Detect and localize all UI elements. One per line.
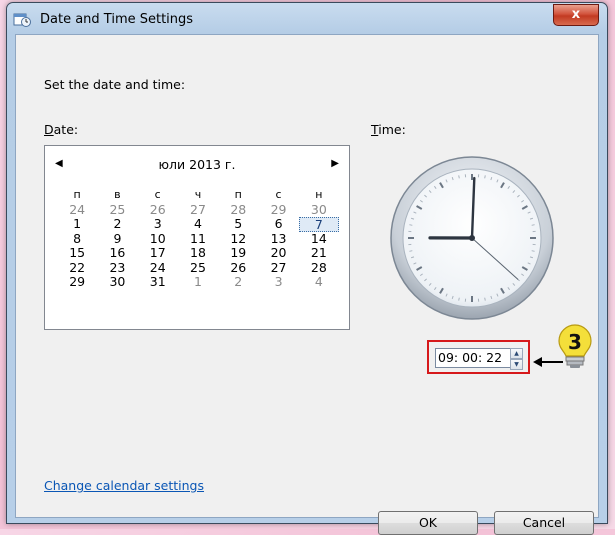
close-button[interactable]: x (553, 4, 599, 26)
minute-tick (459, 175, 460, 178)
dialog-body: Set the date and time: Date: Time: ◀ юли… (15, 34, 599, 518)
analog-clock (389, 155, 555, 321)
calendar-day-outside[interactable]: 29 (258, 203, 298, 218)
calendar-day[interactable]: 8 (57, 232, 97, 247)
set-date-time-heading: Set the date and time: (44, 77, 185, 92)
calendar-day[interactable]: 23 (97, 261, 137, 276)
calendar-clock-icon (13, 11, 31, 27)
weekday-label: с (138, 188, 178, 203)
calendar-week: 24252627282930 (57, 203, 339, 218)
calendar-month-title[interactable]: юли 2013 г. (45, 157, 349, 172)
calendar-day[interactable]: 4 (178, 217, 218, 232)
calendar-day[interactable]: 27 (258, 261, 298, 276)
calendar-day[interactable]: 28 (299, 261, 339, 276)
calendar-day-outside[interactable]: 3 (258, 275, 298, 290)
calendar-day[interactable]: 20 (258, 246, 298, 261)
calendar-week: 22232425262728 (57, 261, 339, 276)
calendar-day-outside[interactable]: 28 (218, 203, 258, 218)
calendar-day-outside[interactable]: 25 (97, 203, 137, 218)
arrow-icon (533, 357, 542, 367)
calendar-day[interactable]: 17 (138, 246, 178, 261)
time-highlight: 09: 00: 22 ▲ ▼ (427, 340, 530, 374)
calendar-day[interactable]: 14 (299, 232, 339, 247)
calendar-day[interactable]: 3 (138, 217, 178, 232)
calendar-day-outside[interactable]: 2 (218, 275, 258, 290)
calendar-week: 2930311234 (57, 275, 339, 290)
calendar-day[interactable]: 30 (97, 275, 137, 290)
next-month-button[interactable]: ▶ (331, 158, 339, 169)
calendar-day[interactable]: 18 (178, 246, 218, 261)
calendar-day[interactable]: 25 (178, 261, 218, 276)
calendar-day-outside[interactable]: 4 (299, 275, 339, 290)
calendar-day-outside[interactable]: 1 (178, 275, 218, 290)
calendar-day[interactable]: 12 (218, 232, 258, 247)
minute-tick (409, 251, 412, 252)
calendar-day[interactable]: 6 (258, 217, 298, 232)
calendar-day[interactable]: 1 (57, 217, 97, 232)
calendar-day[interactable]: 22 (57, 261, 97, 276)
calendar-day[interactable]: 5 (218, 217, 258, 232)
calendar-day[interactable]: 29 (57, 275, 97, 290)
ok-button[interactable]: OK (378, 511, 478, 535)
calendar-day[interactable]: 7 (299, 217, 339, 232)
calendar-day[interactable]: 19 (218, 246, 258, 261)
minute-tick (459, 298, 460, 301)
calendar-day[interactable]: 31 (138, 275, 178, 290)
weekday-label: ч (178, 188, 218, 203)
weekday-label: п (218, 188, 258, 203)
calendar-day[interactable]: 15 (57, 246, 97, 261)
spin-down-button[interactable]: ▼ (510, 359, 523, 370)
calendar-week: 891011121314 (57, 232, 339, 247)
calendar-day[interactable]: 9 (97, 232, 137, 247)
weekday-header: пвсчпсн (57, 188, 339, 203)
time-spinner[interactable]: ▲ ▼ (510, 348, 523, 367)
weekday-label: н (299, 188, 339, 203)
calendar-day-outside[interactable]: 30 (299, 203, 339, 218)
calendar-day-outside[interactable]: 24 (57, 203, 97, 218)
weekday-label: с (258, 188, 298, 203)
time-label: Time: (371, 122, 406, 137)
calendar-week: 15161718192021 (57, 246, 339, 261)
calendar-day[interactable]: 24 (138, 261, 178, 276)
calendar-day-outside[interactable]: 26 (138, 203, 178, 218)
minute-tick (532, 225, 535, 226)
minute-tick (485, 298, 486, 301)
change-calendar-settings-link[interactable]: Change calendar settings (44, 478, 204, 493)
date-time-dialog: Date and Time Settings x Set the date an… (6, 2, 608, 524)
time-input[interactable]: 09: 00: 22 (435, 348, 511, 368)
calendar-day-outside[interactable]: 27 (178, 203, 218, 218)
annotation-callout: 3 (533, 317, 601, 379)
spin-up-button[interactable]: ▲ (510, 348, 523, 359)
calendar-day[interactable]: 10 (138, 232, 178, 247)
minute-tick (409, 225, 412, 226)
calendar[interactable]: ◀ юли 2013 г. ▶ пвсчпсн24252627282930123… (44, 145, 350, 330)
calendar-day[interactable]: 2 (97, 217, 137, 232)
minute-tick (532, 251, 535, 252)
window-title: Date and Time Settings (40, 12, 193, 27)
date-label: Date: (44, 122, 78, 137)
calendar-week: 1234567 (57, 217, 339, 232)
calendar-day[interactable]: 16 (97, 246, 137, 261)
minute-tick (485, 175, 486, 178)
calendar-day[interactable]: 13 (258, 232, 298, 247)
step-number: 3 (568, 330, 582, 354)
cancel-button[interactable]: Cancel (494, 511, 594, 535)
calendar-day[interactable]: 11 (178, 232, 218, 247)
calendar-grid: пвсчпсн242526272829301234567891011121314… (57, 188, 339, 290)
calendar-day[interactable]: 26 (218, 261, 258, 276)
calendar-day[interactable]: 21 (299, 246, 339, 261)
weekday-label: в (97, 188, 137, 203)
title-bar[interactable]: Date and Time Settings x (7, 3, 607, 35)
weekday-label: п (57, 188, 97, 203)
